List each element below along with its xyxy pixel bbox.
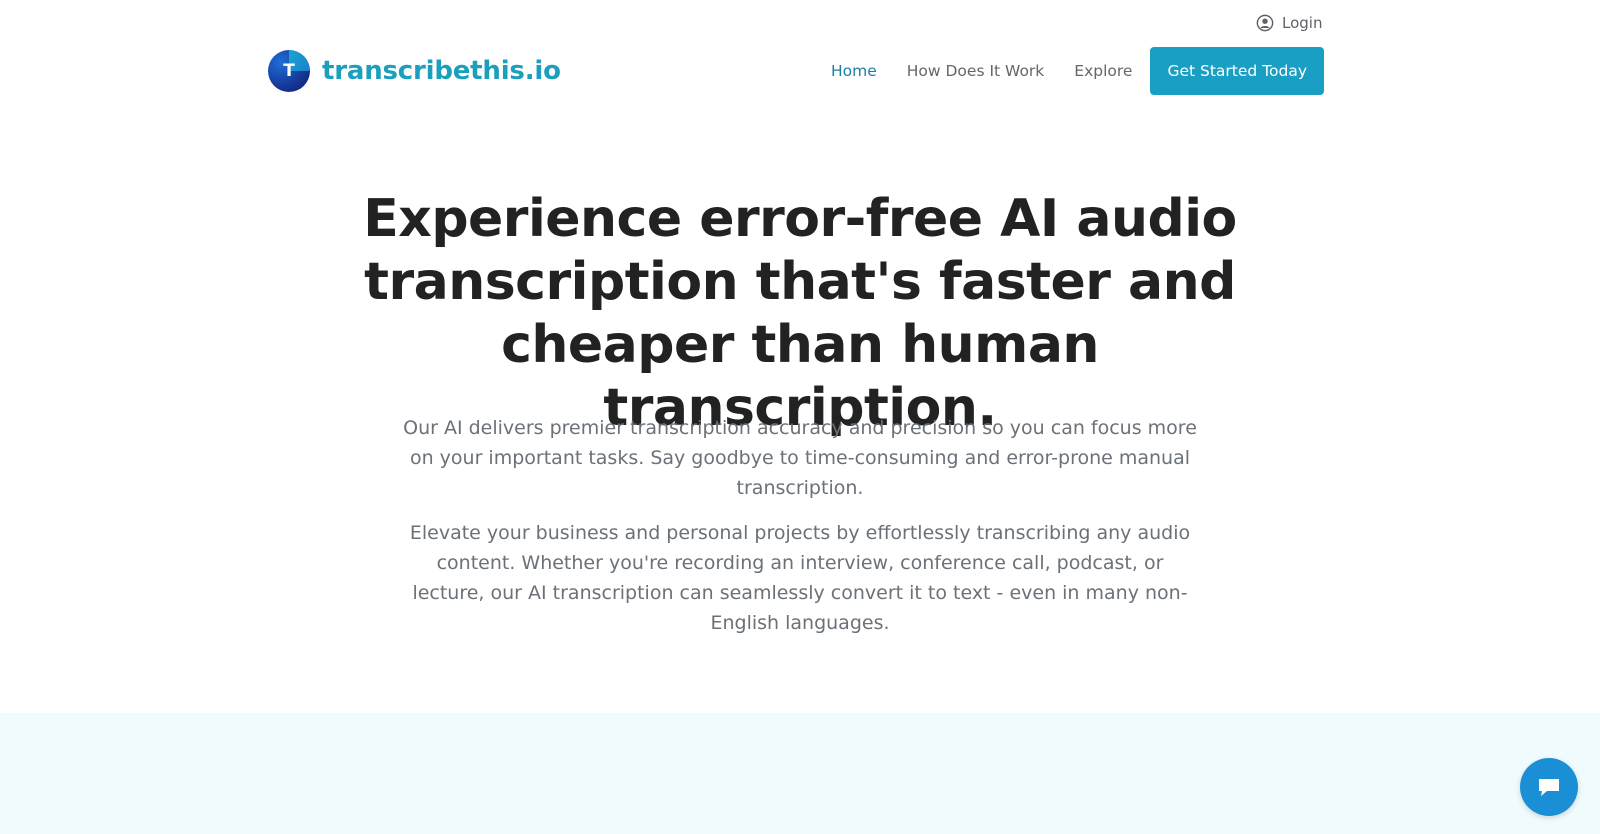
nav-how-does-it-work[interactable]: How Does It Work	[907, 62, 1045, 80]
logo-letter: T	[283, 61, 295, 81]
get-started-button[interactable]: Get Started Today	[1150, 47, 1324, 95]
hero-paragraph-2: Elevate your business and personal proje…	[409, 522, 1191, 634]
chat-button[interactable]	[1520, 758, 1578, 816]
main-nav: Home How Does It Work Explore Get Starte…	[831, 47, 1324, 95]
user-circle-icon	[1256, 14, 1274, 32]
logo-icon: T	[268, 50, 310, 92]
nav-home[interactable]: Home	[831, 62, 877, 80]
login-link[interactable]: Login	[1256, 14, 1322, 32]
nav-explore[interactable]: Explore	[1074, 62, 1132, 80]
brand-logo-link[interactable]: T transcribethis.io	[268, 50, 561, 92]
hero-title: Experience error-free AI audio transcrip…	[363, 189, 1237, 438]
site-header: T transcribethis.io Home How Does It Wor…	[268, 46, 1324, 96]
section-band	[0, 713, 1600, 834]
chat-bubble-icon	[1539, 779, 1559, 796]
hero-paragraph-1: Our AI delivers premier transcription ac…	[403, 417, 1197, 499]
login-label: Login	[1282, 14, 1323, 32]
brand-name: transcribethis.io	[322, 56, 561, 86]
